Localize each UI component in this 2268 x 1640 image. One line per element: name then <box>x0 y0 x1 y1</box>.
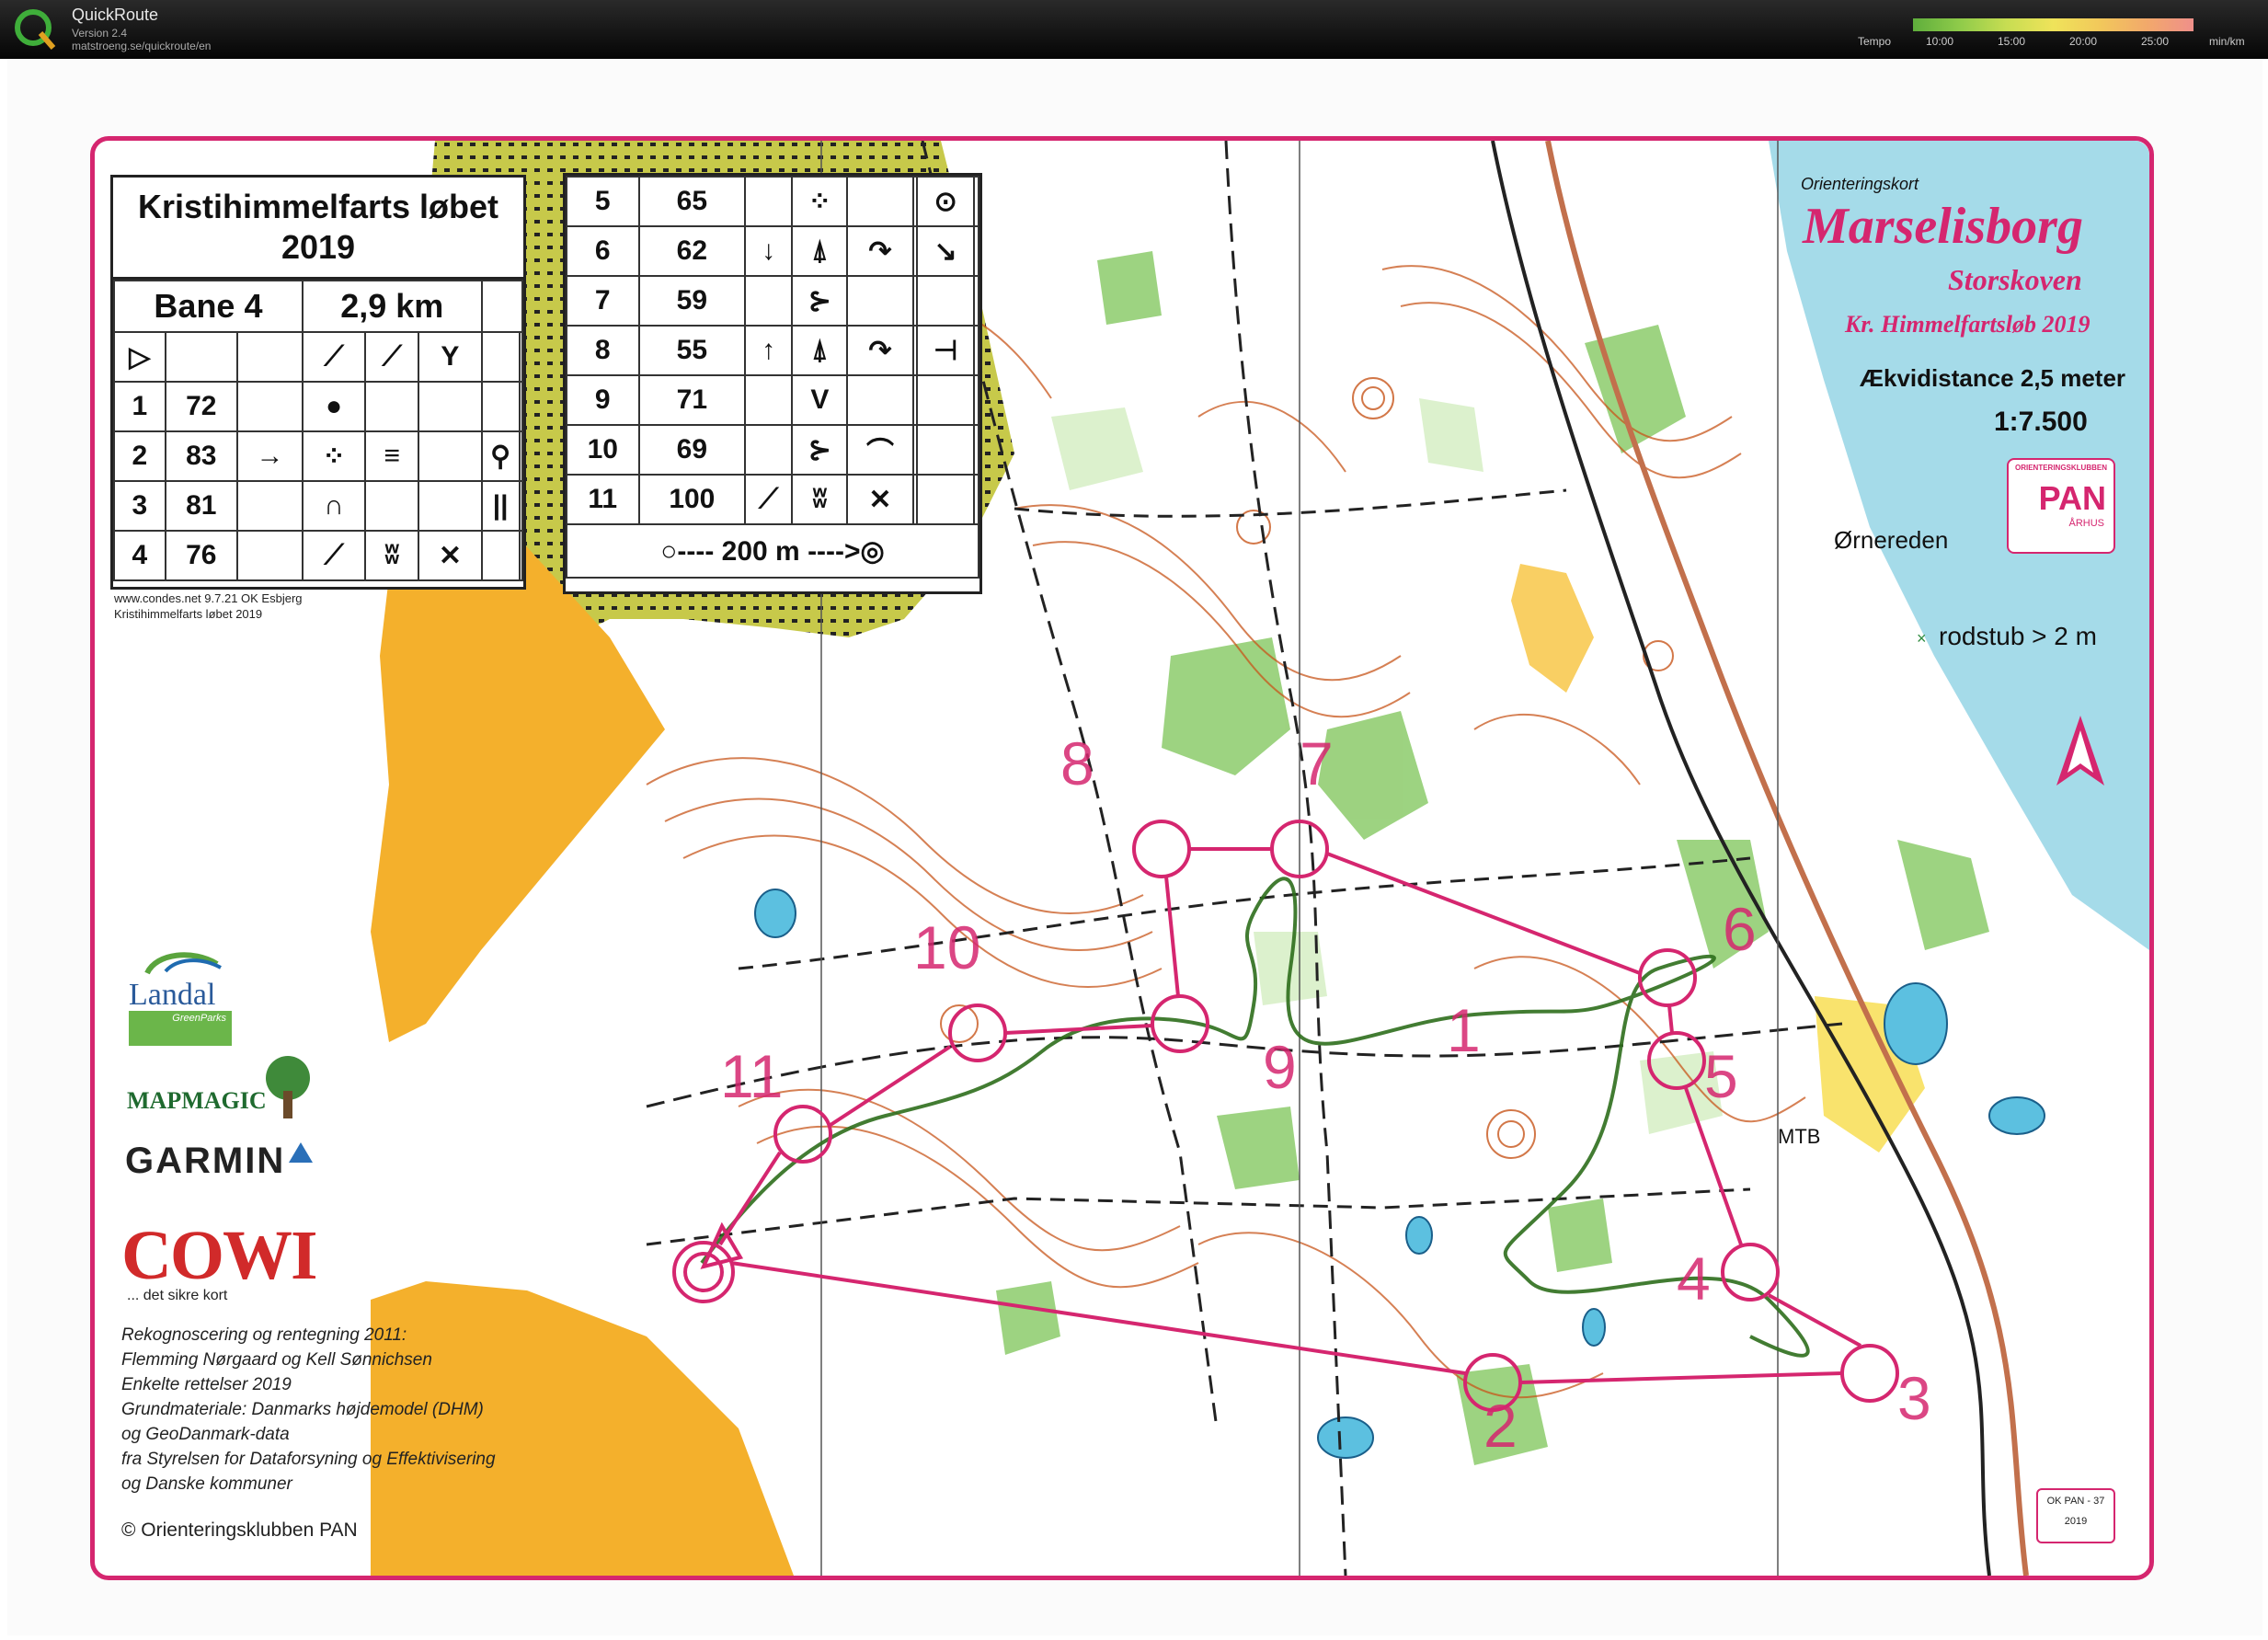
control-row: 4 76 ⟋ ʬ ✕ <box>113 530 524 581</box>
cowi-logo: COWI <box>121 1217 318 1294</box>
control-circle <box>1132 820 1191 878</box>
event-title: Kristihimmelfarts løbet 2019 <box>113 178 523 280</box>
map-scale: 1:7.500 <box>1994 407 2088 437</box>
north-arrow-icon <box>2056 716 2104 786</box>
rootstock-icon: × <box>1917 629 1927 648</box>
map-subname: Storskoven <box>1948 263 2082 296</box>
description-table: 5 65 ⁘ ⊙ 6 62 ↓ ⍋ ↷ ↘ 7 59 ⊱ 8 55 ↑ ⍋ ↷ ⊣ 9 71 … <box>566 176 979 579</box>
control-number: 9 <box>1263 1033 1297 1101</box>
control-row: 3 81 ∩ || <box>113 480 524 532</box>
app-name: QuickRoute <box>72 6 159 24</box>
legend-tick: 10:00 <box>1926 35 1954 48</box>
garmin-triangle-icon <box>289 1142 313 1163</box>
finish-outer <box>672 1241 735 1303</box>
control-circle <box>773 1105 832 1164</box>
control-row: 10 69 ⊱ ⌒ <box>566 424 979 476</box>
start-row: ▷ ⟋ ⟋ Y <box>113 331 524 383</box>
control-number: 10 <box>913 913 980 981</box>
place-name: Ørnereden <box>1834 526 1949 554</box>
control-row: 7 59 ⊱ <box>566 275 979 327</box>
legend-tick: 15:00 <box>1998 35 2026 48</box>
control-circle <box>1638 948 1697 1007</box>
tree-icon <box>266 1056 310 1118</box>
quickroute-logo-icon <box>15 9 56 50</box>
control-row: 9 71 V <box>566 374 979 426</box>
control-number: 2 <box>1483 1392 1518 1460</box>
course-name: Bane 4 <box>113 280 304 333</box>
map-credits: Rekognoscering og rentegning 2011: Flemm… <box>121 1325 496 1494</box>
control-circle <box>948 1003 1007 1062</box>
control-number: 5 <box>1704 1042 1738 1110</box>
legend-unit: min/km <box>2209 35 2245 48</box>
tempo-color-scale <box>1913 18 2194 31</box>
control-number: 8 <box>1060 729 1094 797</box>
event-subtitle: Kr. Himmelfartsløb 2019 <box>1845 311 2090 338</box>
map-name: Marselisborg <box>1803 198 2083 255</box>
control-number: 6 <box>1723 895 1757 963</box>
start-triangle <box>700 1221 744 1269</box>
control-row: 11 100 ⟋ ʬ ✕ <box>566 474 979 525</box>
contour-interval: Ækvidistance 2,5 meter <box>1860 364 2126 392</box>
scale-row: ○---- 200 m ---->◎ <box>566 523 979 579</box>
legend-tick: 25:00 <box>2141 35 2170 48</box>
control-description-right: 5 65 ⁘ ⊙ 6 62 ↓ ⍋ ↷ ↘ 7 59 ⊱ 8 55 ↑ ⍋ ↷ ⊣ 9 71 … <box>563 173 982 594</box>
app-url: matstroeng.se/quickroute/en <box>72 40 212 52</box>
course-length: 2,9 km <box>301 280 483 333</box>
open-land-rough <box>1511 564 1594 693</box>
app-version: Version 2.4 <box>72 27 128 40</box>
control-number: 7 <box>1300 729 1334 797</box>
landal-logo: Landal GreenParks <box>129 947 232 1049</box>
map-type-label: Orienteringskort <box>1801 175 1919 193</box>
title-bar: QuickRoute Version 2.4 matstroeng.se/qui… <box>0 0 2268 59</box>
control-description-left: Kristihimmelfarts løbet 2019 Bane 4 2,9 … <box>110 175 526 590</box>
map-label: MTB <box>1778 1125 1820 1148</box>
legend-label: Tempo <box>1858 35 1892 48</box>
control-number: 3 <box>1897 1364 1931 1432</box>
control-circle <box>1721 1243 1780 1302</box>
garmin-logo: GARMIN <box>125 1141 286 1181</box>
control-row: 2 83 → ⁘ ≡ ⚲ <box>113 430 524 482</box>
control-row: 1 72 ● <box>113 381 524 432</box>
control-number: 11 <box>720 1042 784 1110</box>
legend-tick: 20:00 <box>2069 35 2098 48</box>
landal-leaf-icon <box>144 952 222 975</box>
finish-scale-line: ○---- 200 m ---->◎ <box>566 523 979 579</box>
symbol-cell: ⟋ <box>301 331 367 383</box>
control-row: 8 55 ↑ ⍋ ↷ ⊣ <box>566 325 979 376</box>
control-number: 4 <box>1677 1244 1711 1313</box>
copyright: © Orienteringsklubben PAN <box>121 1520 358 1541</box>
control-row: 6 62 ↓ ⍋ ↷ ↘ <box>566 225 979 277</box>
condes-credit: www.condes.net 9.7.21 OK Esbjerg Kristih… <box>114 591 303 621</box>
control-row: 5 65 ⁘ ⊙ <box>566 176 979 227</box>
description-table: Bane 4 2,9 km ▷ ⟋ ⟋ Y 1 72 ● 2 83 → ⁘ ≡ ⚲ <box>113 280 524 581</box>
pan-club-logo: ORIENTERINGSKLUBBEN PAN ÅRHUS <box>2007 458 2115 554</box>
symbol-cell: ⟋ <box>364 331 420 383</box>
control-circle <box>1840 1344 1899 1403</box>
mapmagic-logo: MAPMAGIC <box>127 1054 329 1118</box>
legend-rodstub: rodstub > 2 m <box>1939 622 2097 650</box>
map-badge: OK PAN - 37 2019 <box>2036 1488 2115 1543</box>
symbol-cell: Y <box>418 331 483 383</box>
cowi-tagline: ... det sikre kort <box>127 1288 228 1303</box>
start-symbol: ▷ <box>113 331 166 383</box>
control-number: 1 <box>1447 996 1481 1064</box>
